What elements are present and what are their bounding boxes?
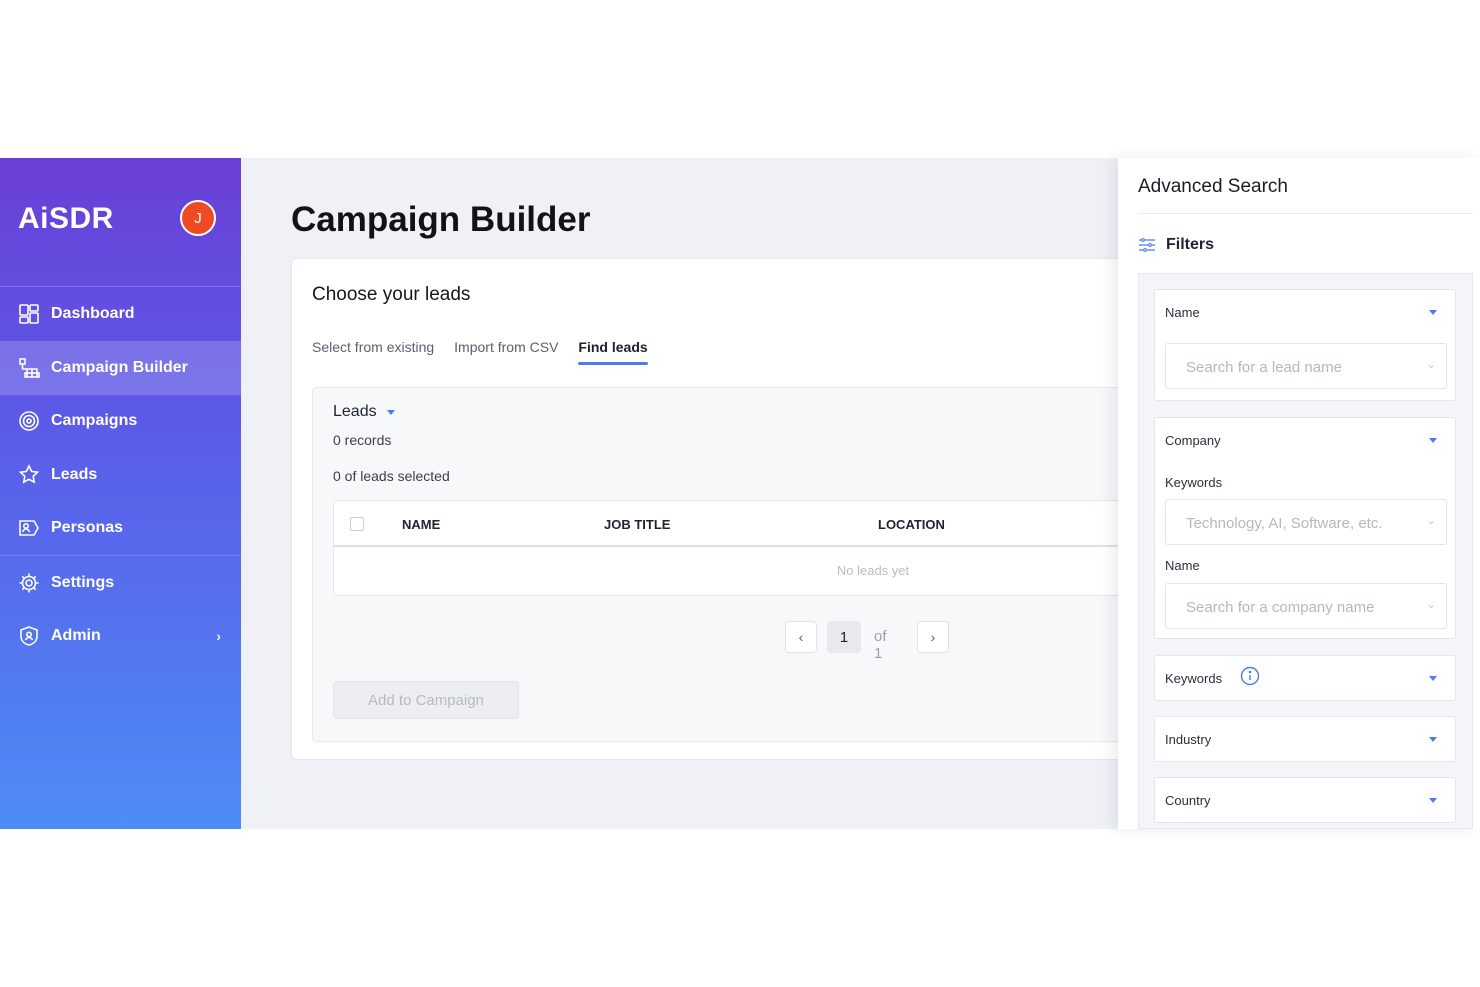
chevron-down-icon: ⌄ <box>1426 599 1436 611</box>
company-filter: Company Keywords Technology, AI, Softwar… <box>1154 417 1456 639</box>
select-all-checkbox[interactable] <box>350 517 364 531</box>
tab-import-from-csv[interactable]: Import from CSV <box>454 339 558 365</box>
country-filter-label: Country <box>1165 793 1211 808</box>
card-title: Choose your leads <box>312 284 471 305</box>
sidebar: AiSDR J Dashboard Campaign Builder Campa… <box>0 158 241 829</box>
column-header-job-title[interactable]: JOB TITLE <box>604 517 670 532</box>
tab-find-leads[interactable]: Find leads <box>578 339 648 365</box>
sidebar-item-label: Campaign Builder <box>51 359 188 376</box>
name-filter-label[interactable]: Name <box>1165 305 1200 320</box>
sidebar-item-settings[interactable]: Settings <box>0 556 241 610</box>
caret-down-icon[interactable] <box>1429 438 1437 443</box>
app-window: AiSDR J Dashboard Campaign Builder Campa… <box>0 158 1480 829</box>
panel-title: Advanced Search <box>1138 176 1288 197</box>
filters-label: Filters <box>1166 236 1215 253</box>
keywords-filter-label: Keywords <box>1165 671 1223 686</box>
chevron-down-icon: ⌄ <box>1426 359 1436 371</box>
column-header-location[interactable]: LOCATION <box>878 517 945 532</box>
sidebar-item-admin[interactable]: Admin › <box>0 609 241 663</box>
chevron-left-icon: ‹ <box>798 629 804 645</box>
company-filter-label[interactable]: Company <box>1165 433 1221 448</box>
company-keywords-input[interactable]: Technology, AI, Software, etc. ⌄ <box>1165 499 1447 545</box>
persona-icon <box>19 520 39 536</box>
industry-filter-label: Industry <box>1165 732 1212 747</box>
current-page[interactable]: 1 <box>827 621 861 653</box>
admin-shield-icon <box>20 626 38 646</box>
info-icon[interactable] <box>1240 666 1260 686</box>
records-count: 0 records <box>333 432 392 448</box>
lead-name-search-input[interactable]: Search for a lead name ⌄ <box>1165 343 1447 389</box>
choose-leads-card: Choose your leads Select from existing I… <box>291 258 1143 760</box>
caret-down-icon[interactable] <box>1429 310 1437 315</box>
prev-page-button[interactable]: ‹ <box>785 621 817 653</box>
column-header-name[interactable]: NAME <box>402 517 440 532</box>
advanced-search-panel: Advanced Search Filters Name Search for … <box>1118 158 1480 829</box>
keywords-filter[interactable]: Keywords <box>1154 655 1456 701</box>
industry-filter[interactable]: Industry <box>1154 716 1456 762</box>
caret-down-icon <box>1429 737 1437 742</box>
main-content: Campaign Builder Choose your leads Selec… <box>241 158 1143 829</box>
company-name-placeholder: Search for a company name <box>1186 599 1375 616</box>
table-header: NAME JOB TITLE LOCATION <box>334 501 1142 547</box>
sidebar-item-leads[interactable]: Leads <box>0 448 241 502</box>
campaign-builder-icon <box>19 358 40 378</box>
user-avatar[interactable]: J <box>180 200 216 236</box>
company-keywords-label: Keywords <box>1165 475 1223 490</box>
star-person-icon <box>18 464 40 484</box>
target-icon <box>19 411 39 431</box>
sidebar-item-campaign-builder[interactable]: Campaign Builder <box>0 341 241 395</box>
dashboard-icon <box>19 304 39 324</box>
filter-sliders-icon <box>1139 237 1155 253</box>
tab-select-from-existing[interactable]: Select from existing <box>312 339 434 365</box>
company-name-search-input[interactable]: Search for a company name ⌄ <box>1165 583 1447 629</box>
add-to-campaign-button[interactable]: Add to Campaign <box>333 681 519 719</box>
leads-dropdown[interactable]: Leads <box>333 403 395 421</box>
leads-panel: Leads 0 records 0 of leads selected NAME… <box>312 387 1143 742</box>
selected-count: 0 of leads selected <box>333 468 450 484</box>
caret-down-icon <box>1429 798 1437 803</box>
chevron-down-icon: ⌄ <box>1426 515 1436 527</box>
leads-table: NAME JOB TITLE LOCATION No leads yet <box>333 500 1143 596</box>
chevron-right-icon: › <box>930 629 936 645</box>
sidebar-item-label: Admin <box>51 627 101 644</box>
page-total: of 1 <box>874 628 887 662</box>
next-page-button[interactable]: › <box>917 621 949 653</box>
gear-icon <box>19 573 39 593</box>
leads-header-label: Leads <box>333 403 377 420</box>
sidebar-item-campaigns[interactable]: Campaigns <box>0 394 241 448</box>
company-keywords-placeholder: Technology, AI, Software, etc. <box>1186 515 1383 532</box>
sidebar-item-label: Leads <box>51 466 98 483</box>
caret-down-icon <box>1429 676 1437 681</box>
sidebar-item-label: Settings <box>51 574 115 591</box>
company-name-label: Name <box>1165 558 1200 573</box>
filters-heading: Filters <box>1138 236 1214 254</box>
country-filter[interactable]: Country <box>1154 777 1456 823</box>
sidebar-item-label: Dashboard <box>51 305 135 322</box>
sidebar-item-label: Personas <box>51 519 124 536</box>
sidebar-item-dashboard[interactable]: Dashboard <box>0 287 241 341</box>
caret-down-icon <box>386 409 395 415</box>
sidebar-item-label: Campaigns <box>51 412 138 429</box>
lead-name-placeholder: Search for a lead name <box>1186 359 1342 376</box>
filter-list: Name Search for a lead name ⌄ Company Ke… <box>1138 273 1473 829</box>
sidebar-item-personas[interactable]: Personas <box>0 501 241 555</box>
lead-source-tabs: Select from existing Import from CSV Fin… <box>312 339 648 365</box>
chevron-right-icon: › <box>216 628 221 644</box>
panel-divider <box>1138 213 1473 214</box>
name-filter: Name Search for a lead name ⌄ <box>1154 289 1456 401</box>
brand-logo: AiSDR <box>18 202 114 235</box>
page-title: Campaign Builder <box>291 200 591 239</box>
